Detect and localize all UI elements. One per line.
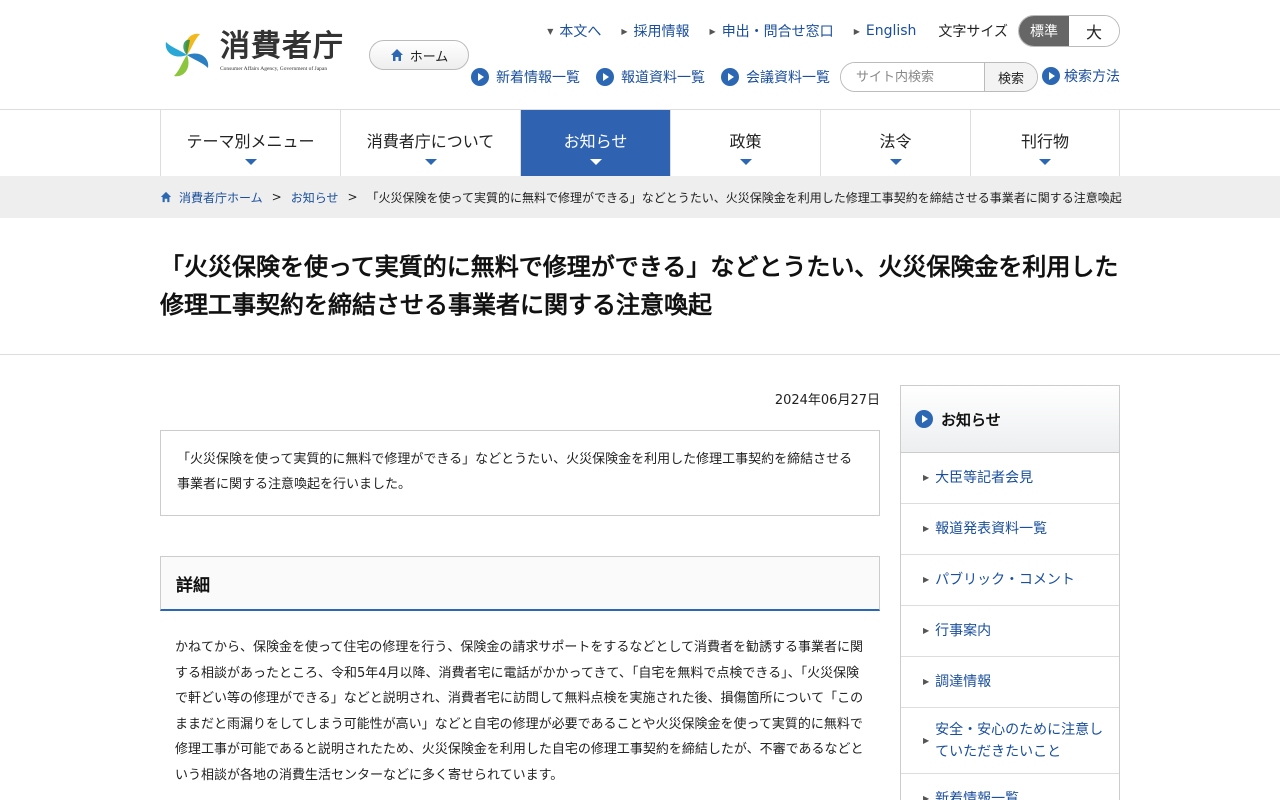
font-size-large-button[interactable]: 大 (1069, 16, 1119, 46)
home-icon (160, 191, 172, 203)
nav-about[interactable]: 消費者庁について (341, 110, 521, 176)
link-search-help[interactable]: 検索方法 (1042, 66, 1120, 86)
triangle-down-icon (889, 159, 902, 165)
triangle-right-icon: ▶ (853, 26, 860, 36)
breadcrumb-news[interactable]: お知らせ (291, 189, 339, 206)
link-english[interactable]: ▶ English (854, 23, 917, 39)
page-title: 「火災保険を使って実質的に無料で修理ができる」などとうたい、火災保険金を利用した… (160, 253, 1119, 319)
nav-laws[interactable]: 法令 (821, 110, 971, 176)
site-header: 消費者庁 Consumer Affairs Agency, Government… (0, 0, 1280, 110)
breadcrumb-current: 「火災保険を使って実質的に無料で修理ができる」などとうたい、火災保険金を利用した… (366, 190, 1122, 205)
triangle-right-icon: ▶ (923, 794, 930, 800)
triangle-down-icon (589, 159, 602, 165)
nav-theme-menu[interactable]: テーマ別メニュー (161, 110, 341, 176)
triangle-right-icon: ▶ (709, 26, 716, 36)
home-label: ホーム (409, 49, 449, 65)
triangle-right-icon: ▶ (923, 735, 930, 745)
title-area: 「火災保険を使って実質的に無料で修理ができる」などとうたい、火災保険金を利用した… (0, 218, 1280, 355)
nav-news[interactable]: お知らせ (521, 110, 671, 176)
home-button[interactable]: ホーム (369, 40, 469, 70)
link-press-releases[interactable]: 報道資料一覧 (596, 67, 705, 87)
circle-arrow-icon (596, 68, 614, 86)
breadcrumb-home[interactable]: 消費者庁ホーム (160, 189, 263, 206)
utility-nav: ▼ 本文へ ▶ 採用情報 ▶ 申出・問合せ窓口 ▶ English 文字サイズ 標準 大 (527, 15, 1120, 47)
sidebar-item-whats-new[interactable]: ▶ 新着情報一覧 (901, 774, 1119, 800)
logo-text: 消費者庁 (220, 29, 344, 64)
link-inquiry[interactable]: ▶ 申出・問合せ窓口 (710, 21, 834, 41)
font-size-control: 文字サイズ 標準 大 (938, 15, 1120, 47)
triangle-right-icon: ▶ (923, 524, 930, 533)
link-skip-to-content[interactable]: ▼ 本文へ (547, 21, 601, 41)
search-button[interactable]: 検索 (984, 63, 1037, 91)
circle-arrow-icon (915, 410, 933, 428)
site-search: 検索 (840, 62, 1038, 92)
sidebar-item-press-releases[interactable]: ▶ 報道発表資料一覧 (901, 504, 1119, 555)
section-heading: 詳細 (160, 556, 880, 611)
circle-arrow-icon (721, 68, 739, 86)
sidebar: お知らせ ▶ 大臣等記者会見 ▶ 報道発表資料一覧 ▶ パブリック・コメント ▶ 行事案… (900, 385, 1120, 800)
triangle-down-icon (1039, 159, 1051, 165)
font-size-standard-button[interactable]: 標準 (1019, 16, 1069, 46)
global-nav: テーマ別メニュー 消費者庁について お知らせ 政策 法令 刊行物 (160, 110, 1120, 176)
logo-subtitle: Consumer Affairs Agency, Government of J… (220, 66, 328, 72)
site-logo[interactable]: 消費者庁 Consumer Affairs Agency, Government… (160, 30, 350, 80)
sub-nav: 新着情報一覧 報道資料一覧 会議資料一覧 (471, 62, 846, 92)
nav-policy[interactable]: 政策 (671, 110, 821, 176)
link-meeting-materials[interactable]: 会議資料一覧 (721, 67, 830, 87)
triangle-down-icon: ▼ (547, 26, 554, 36)
sidebar-title: お知らせ (901, 386, 1119, 453)
breadcrumb-separator: > (347, 190, 358, 204)
nav-publications[interactable]: 刊行物 (971, 110, 1120, 176)
triangle-down-icon (244, 159, 257, 165)
triangle-right-icon: ▶ (923, 626, 930, 635)
circle-arrow-icon (471, 68, 489, 86)
font-size-label: 文字サイズ (938, 24, 1008, 40)
publish-date: 2024年06月27日 (774, 393, 880, 408)
sidebar-item-press-conference[interactable]: ▶ 大臣等記者会見 (901, 453, 1119, 504)
search-input[interactable] (841, 63, 984, 91)
triangle-down-icon (739, 159, 752, 165)
triangle-right-icon: ▶ (923, 473, 930, 482)
sidebar-item-procurement[interactable]: ▶ 調達情報 (901, 657, 1119, 708)
sidebar-item-safety-notices[interactable]: ▶ 安全・安心のために注意していただきたいこと (901, 708, 1119, 774)
triangle-right-icon: ▶ (923, 575, 930, 584)
breadcrumb: 消費者庁ホーム > お知らせ > 「火災保険を使って実質的に無料で修理ができる」… (0, 176, 1280, 218)
sidebar-item-public-comment[interactable]: ▶ パブリック・コメント (901, 555, 1119, 606)
breadcrumb-separator: > (271, 190, 282, 204)
triangle-down-icon (424, 159, 437, 165)
sidebar-item-events[interactable]: ▶ 行事案内 (901, 606, 1119, 657)
body-paragraph: かねてから、保険金を使って住宅の修理を行う、保険金の請求サポートをするなどとして… (175, 640, 864, 783)
main-content: 2024年06月27日 「火災保険を使って実質的に無料で修理ができる」などとうた… (160, 385, 880, 788)
link-recruitment[interactable]: ▶ 採用情報 (621, 21, 689, 41)
home-icon (390, 49, 403, 61)
summary-box: 「火災保険を使って実質的に無料で修理ができる」などとうたい、火災保険金を利用した… (160, 430, 880, 516)
triangle-right-icon: ▶ (621, 26, 628, 36)
triangle-right-icon: ▶ (923, 677, 930, 686)
link-whats-new[interactable]: 新着情報一覧 (471, 67, 580, 87)
circle-arrow-icon (1042, 67, 1060, 85)
logo-mark-icon (165, 33, 209, 77)
